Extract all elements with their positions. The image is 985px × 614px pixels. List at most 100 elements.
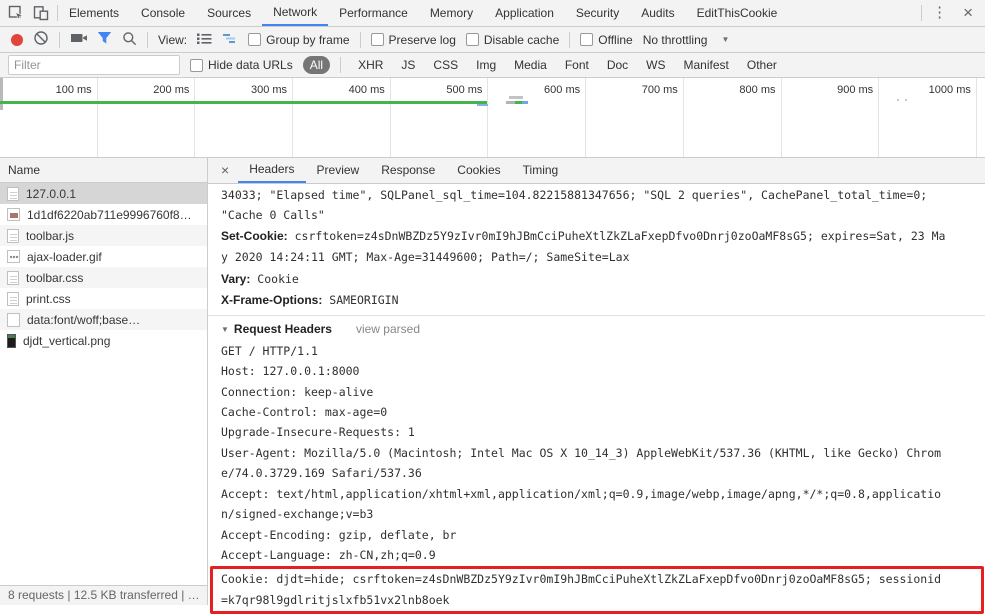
tab-response[interactable]: Response — [370, 158, 446, 183]
png-image-icon — [7, 333, 16, 348]
tab-headers[interactable]: Headers — [238, 158, 306, 183]
clear-icon[interactable] — [33, 30, 49, 49]
timeline-ruler: 100 ms 200 ms 300 ms 400 ms 500 ms 600 m… — [0, 78, 985, 157]
tick-label: 200 ms — [98, 78, 196, 157]
request-headers-title[interactable]: Request Headers — [234, 322, 332, 336]
throttling-dropdown[interactable]: No throttling ▼ — [643, 33, 730, 47]
document-icon — [7, 270, 19, 285]
devtools-tabbar: Elements Console Sources Network Perform… — [0, 0, 985, 27]
request-raw-line: Upgrade-Insecure-Requests: 1 — [221, 425, 415, 440]
table-row[interactable]: data:font/woff;base… — [0, 309, 207, 330]
record-icon[interactable] — [11, 33, 23, 46]
group-by-frame-option[interactable]: Group by frame — [248, 33, 350, 47]
request-raw-line: User-Agent: Mozilla/5.0 (Macintosh; Inte… — [221, 445, 942, 481]
request-name: data:font/woff;base… — [27, 312, 141, 327]
offline-checkbox[interactable] — [580, 33, 594, 46]
tab-elements[interactable]: Elements — [58, 0, 130, 26]
tab-sources[interactable]: Sources — [196, 0, 262, 26]
filter-input[interactable] — [8, 55, 180, 75]
tab-preview[interactable]: Preview — [306, 158, 371, 183]
overview-request-bar — [506, 101, 515, 104]
image-icon — [7, 208, 20, 221]
tab-editthiscookie[interactable]: EditThisCookie — [686, 0, 789, 26]
filter-chip-media[interactable]: Media — [507, 56, 554, 74]
tick-label: 900 ms — [782, 78, 880, 157]
chevron-down-icon: ▼ — [721, 35, 730, 44]
filter-chip-img[interactable]: Img — [469, 56, 503, 74]
filter-chip-xhr[interactable]: XHR — [351, 56, 390, 74]
table-row[interactable]: 1d1df6220ab711e9996760f8… — [0, 204, 207, 225]
more-options-icon[interactable]: ⋮ — [922, 0, 957, 26]
header-name: Vary: — [221, 271, 251, 286]
tab-performance[interactable]: Performance — [328, 0, 419, 26]
filter-icon[interactable] — [97, 31, 112, 48]
request-headers-section: ▼ Request Headers view parsed — [221, 319, 985, 340]
hide-data-urls-checkbox[interactable] — [190, 58, 203, 72]
table-row[interactable]: print.css — [0, 288, 207, 309]
table-row[interactable]: toolbar.css — [0, 267, 207, 288]
preserve-log-checkbox[interactable] — [370, 33, 384, 46]
tab-application[interactable]: Application — [484, 0, 565, 26]
response-header: Set-Cookie: csrftoken=z4sDnWBZDz5Y9zIvr0… — [221, 226, 947, 269]
search-icon[interactable] — [122, 31, 137, 49]
header-value — [288, 229, 295, 243]
filter-chip-other[interactable]: Other — [740, 56, 784, 74]
request-name: 1d1df6220ab711e9996760f8… — [27, 207, 192, 222]
list-view-icon[interactable] — [197, 32, 212, 48]
tab-audits[interactable]: Audits — [630, 0, 685, 26]
timeline-overview[interactable]: 100 ms 200 ms 300 ms 400 ms 500 ms 600 m… — [0, 78, 985, 158]
divider — [359, 31, 361, 48]
filter-chip-js[interactable]: JS — [394, 56, 422, 74]
status-bar: 8 requests | 12.5 KB transferred | … — [0, 585, 208, 605]
request-name: print.css — [26, 291, 71, 306]
waterfall-view-icon[interactable] — [222, 32, 238, 48]
capture-screenshots-icon[interactable] — [70, 31, 87, 48]
tab-timing[interactable]: Timing — [512, 158, 570, 183]
disable-cache-label: Disable cache — [483, 32, 560, 47]
tick-label: 500 ms — [391, 78, 489, 157]
hide-data-urls-label: Hide data URLs — [208, 58, 293, 72]
headers-content: 34033; "Elapsed time", SQLPanel_sql_time… — [208, 184, 985, 614]
request-name: 127.0.0.1 — [26, 186, 77, 201]
tab-cookies[interactable]: Cookies — [446, 158, 511, 183]
cookie-highlight-annotation: Cookie: djdt=hide; csrftoken=z4sDnWBZDz5… — [210, 566, 984, 614]
close-devtools-icon[interactable]: × — [957, 0, 985, 26]
overview-request-bar — [515, 101, 522, 104]
tab-network[interactable]: Network — [262, 0, 329, 26]
tab-security[interactable]: Security — [565, 0, 630, 26]
preserve-log-option[interactable]: Preserve log — [370, 33, 456, 47]
request-raw-line: Accept-Encoding: gzip, deflate, br — [221, 527, 457, 542]
view-label: View: — [158, 32, 188, 47]
divider — [569, 31, 571, 48]
overview-dot — [897, 99, 899, 101]
tab-memory[interactable]: Memory — [419, 0, 484, 26]
close-detail-icon[interactable]: × — [208, 158, 238, 183]
table-row[interactable]: toolbar.js — [0, 225, 207, 246]
request-raw-line: Accept-Language: zh-CN,zh;q=0.9 — [221, 547, 436, 562]
table-row[interactable]: ajax-loader.gif — [0, 246, 207, 267]
filter-chip-font[interactable]: Font — [558, 56, 596, 74]
disable-cache-checkbox[interactable] — [465, 33, 479, 46]
filter-chip-manifest[interactable]: Manifest — [677, 56, 736, 74]
table-row[interactable]: djdt_vertical.png — [0, 330, 207, 351]
offline-option[interactable]: Offline — [580, 33, 633, 47]
hide-data-urls-option[interactable]: Hide data URLs — [190, 58, 293, 72]
group-by-frame-checkbox[interactable] — [248, 33, 262, 46]
load-time-line — [0, 101, 487, 104]
disable-cache-option[interactable]: Disable cache — [465, 32, 560, 47]
filter-chip-ws[interactable]: WS — [639, 56, 672, 74]
request-raw-line: Host: 127.0.0.1:8000 — [221, 364, 360, 379]
tab-console[interactable]: Console — [130, 0, 196, 26]
table-row[interactable]: 127.0.0.1 — [0, 183, 207, 204]
filter-chip-css[interactable]: CSS — [426, 56, 465, 74]
filter-chip-doc[interactable]: Doc — [600, 56, 635, 74]
inspect-element-icon[interactable] — [8, 5, 24, 21]
request-detail-panel: × Headers Preview Response Cookies Timin… — [208, 158, 985, 614]
font-resource-icon — [7, 312, 20, 327]
device-toolbar-icon[interactable] — [33, 5, 49, 21]
name-column-header[interactable]: Name — [0, 158, 207, 183]
disclosure-triangle-icon[interactable]: ▼ — [221, 325, 229, 334]
request-name: toolbar.css — [26, 270, 84, 285]
view-parsed-link[interactable]: view parsed — [356, 322, 420, 336]
filter-chip-all[interactable]: All — [302, 56, 331, 74]
